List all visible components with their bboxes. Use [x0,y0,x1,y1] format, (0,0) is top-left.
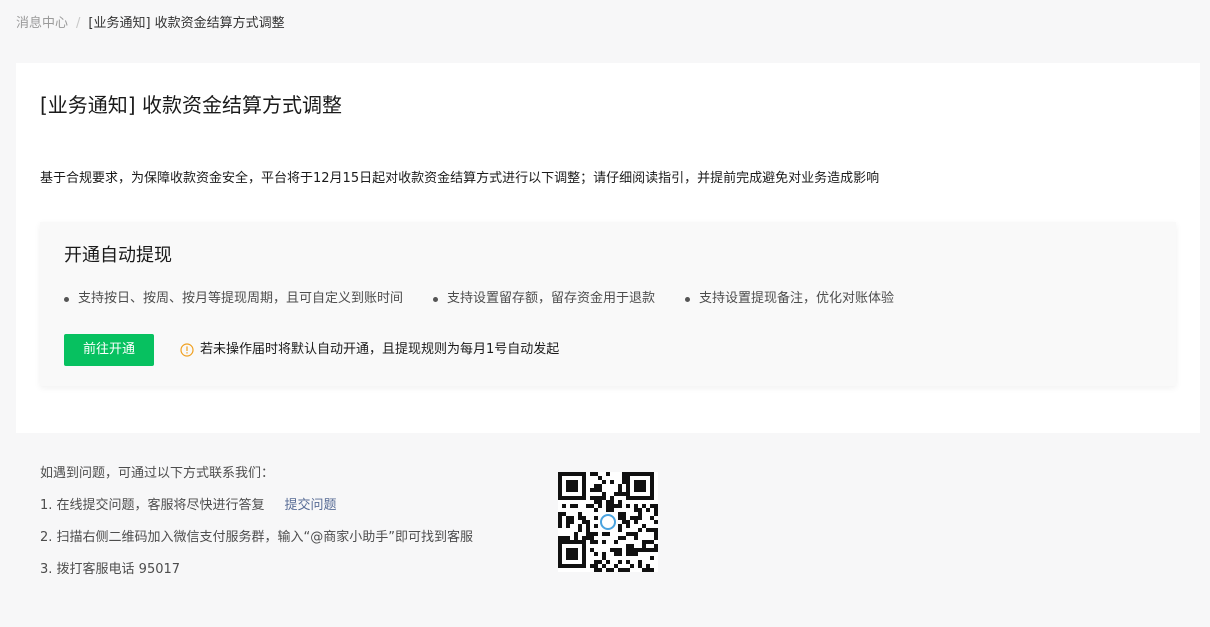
auto-withdraw-panel: 开通自动提现 支持按日、按周、按月等提现周期，且可自定义到账时间 支持设置留存额… [40,222,1176,386]
qr-finder-pattern [626,472,654,500]
feature-text: 支持设置提现备注，优化对账体验 [699,291,895,306]
feature-text: 支持设置留存额，留存资金用于退款 [447,291,656,306]
breadcrumb-separator: / [76,16,81,31]
breadcrumb-message-center[interactable]: 消息中心 [16,15,68,33]
help-section: 如遇到问题，可通过以下方式联系我们： 1. 在线提交问题，客服将尽快进行答复 提… [40,465,473,593]
feature-list: 支持按日、按周、按月等提现周期，且可自定义到账时间 支持设置留存额，留存资金用于… [64,290,924,308]
help-line-phone: 3. 拨打客服电话 95017 [40,562,181,577]
notice-intro: 基于合规要求，为保障收款资金安全，平台将于12月15日起对收款资金结算方式进行以… [40,171,880,186]
feature-item: 支持设置留存额，留存资金用于退款 [433,290,655,308]
help-line-qr: 2. 扫描右侧二维码加入微信支付服务群，输入“@商家小助手”即可找到客服 [40,530,474,545]
bullet-dot [685,296,691,302]
notice-card: [业务通知] 收款资金结算方式调整 基于合规要求，为保障收款资金安全，平台将于1… [16,63,1200,433]
feature-text: 支持按日、按周、按月等提现周期，且可自定义到账时间 [78,291,404,306]
warning-text: 若未操作届时将默认自动开通，且提现规则为每月1号自动发起 [200,342,560,357]
breadcrumb: 消息中心 / [业务通知] 收款资金结算方式调整 [16,15,285,33]
qr-finder-pattern [558,540,586,568]
submit-question-link[interactable]: 提交问题 [285,497,337,515]
qr-logo-icon [600,514,616,530]
panel-title: 开通自动提现 [64,245,172,266]
feature-item: 支持设置提现备注，优化对账体验 [685,290,894,308]
feature-item: 支持按日、按周、按月等提现周期，且可自定义到账时间 [64,290,403,308]
qr-finder-pattern [558,472,586,500]
page-title: [业务通知] 收款资金结算方式调整 [40,93,342,117]
wechat-group-qr-code [558,472,658,572]
help-line-online: 1. 在线提交问题，客服将尽快进行答复 提交问题 [40,497,473,529]
go-activate-button[interactable]: 前往开通 [64,334,154,366]
help-intro: 如遇到问题，可通过以下方式联系我们： [40,466,275,481]
auto-enable-warning: 若未操作届时将默认自动开通，且提现规则为每月1号自动发起 [180,341,559,359]
breadcrumb-current: [业务通知] 收款资金结算方式调整 [88,16,285,31]
bullet-dot [64,296,69,302]
warning-circle-icon [180,343,194,357]
bullet-dot [433,296,439,302]
help-line-online-text: 1. 在线提交问题，客服将尽快进行答复 [40,498,265,513]
